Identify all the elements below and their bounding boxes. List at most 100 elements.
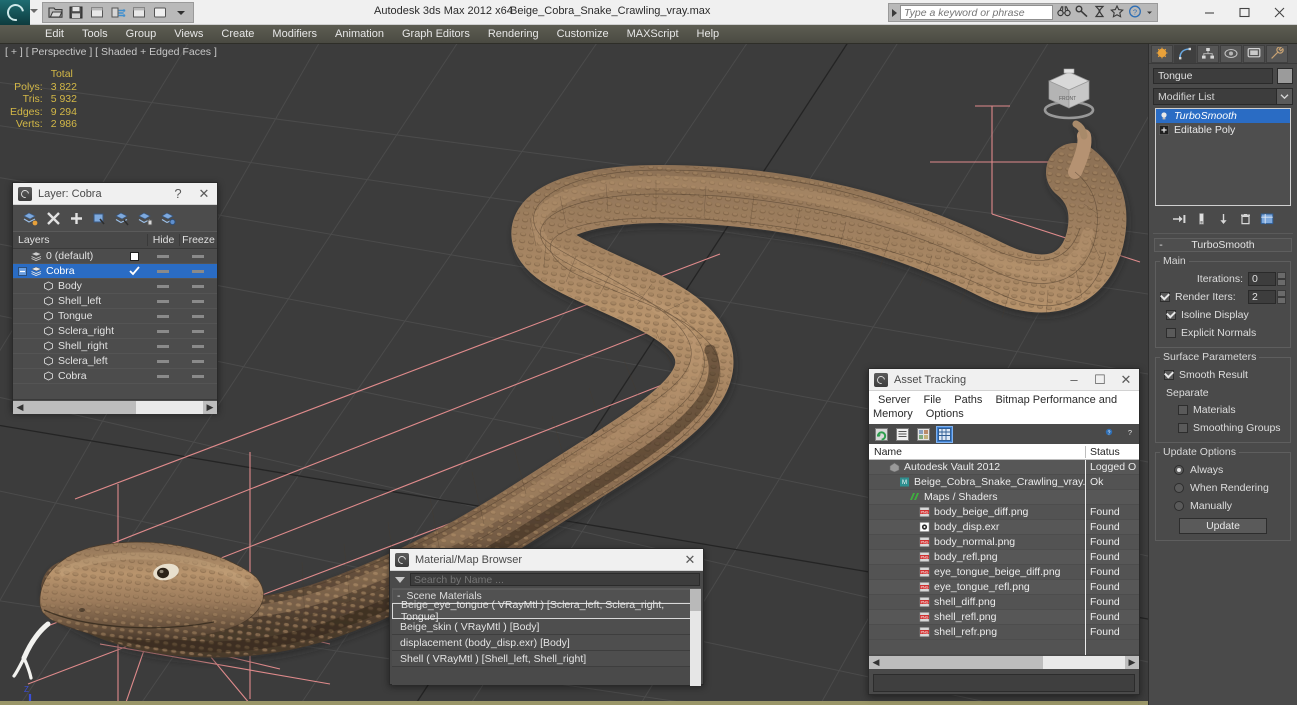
wrench-icon[interactable]: [1075, 5, 1089, 21]
render-iters-spinner[interactable]: [1277, 290, 1286, 304]
update-always-radio[interactable]: [1174, 465, 1184, 475]
layer-hide-toggle[interactable]: [157, 254, 169, 258]
viewport-label[interactable]: [ + ] [ Perspective ] [ Shaded + Edged F…: [5, 46, 217, 58]
set-project-icon[interactable]: [109, 4, 127, 21]
layer-row-sclera-left[interactable]: Sclera_left: [13, 354, 217, 369]
scroll-track[interactable]: [883, 656, 1125, 669]
layer-hide-toggle[interactable]: [157, 299, 169, 303]
asset-row-body-normal[interactable]: PNG body_normal.png Found: [869, 534, 1139, 550]
scroll-thumb[interactable]: [690, 589, 701, 611]
material-item-shell[interactable]: Shell ( VRayMtl ) [Shell_left, Shell_rig…: [392, 651, 701, 667]
materials-checkbox[interactable]: [1178, 405, 1188, 415]
layer-dialog-help-button[interactable]: ?: [165, 183, 191, 205]
update-manually-radio[interactable]: [1174, 501, 1184, 511]
asset-row-max-file[interactable]: M Beige_Cobra_Snake_Crawling_vray.max Ok: [869, 474, 1139, 490]
search-dropdown-caret-icon[interactable]: [892, 8, 897, 17]
layer-dialog-close-button[interactable]: ✕: [191, 183, 217, 205]
menu-create[interactable]: Create: [212, 25, 263, 44]
asset-row-eye-tongue-refl[interactable]: PNG eye_tongue_refl.png Found: [869, 579, 1139, 595]
help-icon[interactable]: ?: [1128, 5, 1142, 21]
help-question-icon[interactable]: ?: [1098, 427, 1113, 442]
layer-freeze-toggle[interactable]: [192, 254, 204, 258]
layer-freeze-toggle[interactable]: [192, 299, 204, 303]
layer-dialog[interactable]: Layer: Cobra ? ✕ Layers Hide Freeze 0 (d…: [12, 182, 218, 414]
show-end-result-icon[interactable]: [1194, 212, 1209, 227]
layer-row-cobra-object[interactable]: Cobra: [13, 369, 217, 384]
material-item-displacement[interactable]: displacement (body_disp.exr) [Body]: [392, 635, 701, 651]
material-item-beige-eye-tongue[interactable]: Beige_eye_tongue ( VRayMtl ) [Sclera_lef…: [392, 599, 701, 623]
layer-hide-toggle[interactable]: [157, 329, 169, 333]
minimize-button[interactable]: [1192, 0, 1227, 25]
layer-freeze-toggle[interactable]: [192, 344, 204, 348]
browser-options-caret-icon[interactable]: [395, 576, 405, 583]
object-color-swatch[interactable]: [1277, 68, 1293, 84]
close-button[interactable]: [1262, 0, 1297, 25]
layer-row-sclera-right[interactable]: Sclera_right: [13, 324, 217, 339]
modifier-stack[interactable]: TurboSmooth Editable Poly: [1155, 108, 1291, 206]
modify-tab[interactable]: [1174, 44, 1196, 63]
material-map-browser-dialog[interactable]: Material/Map Browser ✕ - Scene Materials…: [389, 548, 704, 686]
modifier-editable-poly[interactable]: Editable Poly: [1156, 123, 1290, 137]
chev [ron-down-icon[interactable]: [1276, 89, 1292, 104]
menu-help[interactable]: Help: [688, 25, 729, 44]
asset-row-shell-refl[interactable]: PNG shell_refl.png Found: [869, 609, 1139, 625]
asset-list[interactable]: Autodesk Vault 2012 Logged O M Beige_Cob…: [869, 459, 1139, 655]
at-menu-file[interactable]: File: [918, 394, 946, 406]
menu-modifiers[interactable]: Modifiers: [263, 25, 326, 44]
layer-hide-toggle[interactable]: [157, 269, 169, 273]
iterations-input[interactable]: 0: [1248, 272, 1276, 286]
menu-graph-editors[interactable]: Graph Editors: [393, 25, 479, 44]
layer-horizontal-scrollbar[interactable]: ◀ ▶: [13, 399, 217, 414]
modifier-turbosmooth[interactable]: TurboSmooth: [1156, 109, 1290, 123]
customize-qat-icon[interactable]: [172, 4, 190, 21]
favorites-star-icon[interactable]: [1110, 4, 1124, 21]
open-file-icon[interactable]: [46, 4, 64, 21]
app-menu-caret-icon[interactable]: [30, 9, 38, 13]
modifier-list-dropdown[interactable]: Modifier List: [1153, 88, 1293, 105]
update-mode-manually-row[interactable]: Manually: [1160, 498, 1286, 514]
undo-icon[interactable]: [88, 4, 106, 21]
at-menu-options[interactable]: Options: [921, 408, 969, 420]
layer-hide-toggle[interactable]: [157, 284, 169, 288]
layer-row-tongue[interactable]: Tongue: [13, 309, 217, 324]
menu-edit[interactable]: Edit: [36, 25, 73, 44]
display-tab[interactable]: [1243, 44, 1265, 63]
layer-freeze-toggle[interactable]: [192, 269, 204, 273]
make-unique-icon[interactable]: [1216, 212, 1231, 227]
redo-icon[interactable]: [130, 4, 148, 21]
layer-row-shell-left[interactable]: Shell_left: [13, 294, 217, 309]
delete-layer-icon[interactable]: [46, 211, 61, 226]
configure-modifier-sets-icon[interactable]: [1260, 212, 1275, 227]
pin-stack-icon[interactable]: [1172, 212, 1187, 227]
expand-plus-icon[interactable]: [1159, 125, 1169, 135]
layer-row-cobra-group[interactable]: Cobra: [13, 264, 217, 279]
context-help-icon[interactable]: ?: [1119, 427, 1134, 442]
layer-hide-toggle[interactable]: [157, 314, 169, 318]
layer-freeze-toggle[interactable]: [192, 329, 204, 333]
workspace-icon[interactable]: [1093, 5, 1106, 21]
layer-hide-toggle[interactable]: [157, 359, 169, 363]
material-search-input[interactable]: [410, 573, 700, 586]
search-input[interactable]: [900, 5, 1053, 20]
layer-list[interactable]: 0 (default) Cobra Body Shell_left Tongue…: [13, 249, 217, 399]
asset-row-vault[interactable]: Autodesk Vault 2012 Logged O: [869, 459, 1139, 475]
menu-rendering[interactable]: Rendering: [479, 25, 548, 44]
add-selection-icon[interactable]: [69, 211, 84, 226]
save-file-icon[interactable]: [67, 4, 85, 21]
menu-views[interactable]: Views: [165, 25, 212, 44]
material-browser-close-button[interactable]: ✕: [677, 549, 703, 571]
asset-tracking-dialog[interactable]: Asset Tracking – ☐ ✕ Server File Paths B…: [868, 368, 1140, 695]
scroll-left-arrow-icon[interactable]: ◀: [13, 400, 27, 414]
asset-horizontal-scrollbar[interactable]: ◀ ▶: [869, 655, 1139, 670]
command-panel[interactable]: Tongue Modifier List TurboSmooth Editabl…: [1148, 44, 1297, 705]
at-menu-server[interactable]: Server: [873, 394, 915, 406]
layer-freeze-toggle[interactable]: [192, 284, 204, 288]
current-layer-check-icon[interactable]: [128, 266, 140, 276]
asset-row-body-refl[interactable]: PNG body_refl.png Found: [869, 549, 1139, 565]
expand-collapse-icon[interactable]: [18, 266, 27, 276]
layer-row-0-default[interactable]: 0 (default): [13, 249, 217, 264]
binoculars-icon[interactable]: [1057, 5, 1071, 21]
menu-animation[interactable]: Animation: [326, 25, 393, 44]
scroll-left-arrow-icon[interactable]: ◀: [869, 656, 883, 669]
rollout-collapse-icon[interactable]: -: [1155, 239, 1167, 251]
